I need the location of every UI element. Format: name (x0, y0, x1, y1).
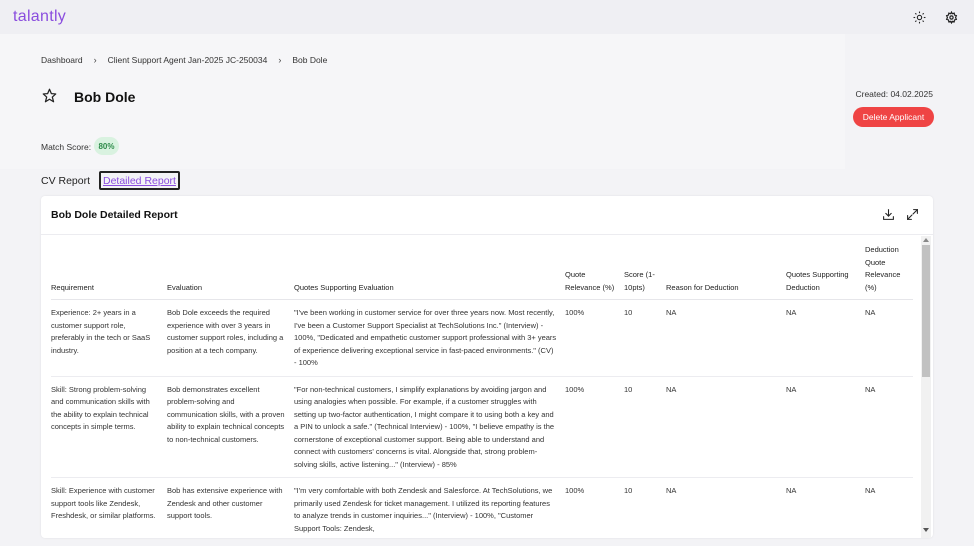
brand-logo[interactable]: talantly (13, 8, 66, 26)
top-bar: talantly (0, 0, 974, 34)
match-score-badge: 80% (94, 137, 119, 155)
quotes-cell: "For non-technical customers, I simplify… (294, 376, 565, 478)
column-header: Quotes Supporting Deduction (786, 240, 865, 300)
column-header: Requirement (51, 240, 167, 300)
deduction-quotes-cell: NA (786, 477, 865, 538)
column-header: Deduction Quote Relevance (%) (865, 240, 913, 300)
scroll-thumb[interactable] (922, 245, 930, 377)
chevron-right-icon: › (278, 55, 282, 65)
scroll-down-arrow-icon[interactable] (923, 528, 929, 532)
requirement-cell: Skill: Experience with customer support … (51, 477, 167, 538)
score-cell: 10 (624, 376, 666, 478)
chevron-right-icon: › (93, 55, 97, 65)
table-row: Skill: Experience with customer support … (51, 477, 913, 538)
reason-cell: NA (666, 299, 786, 377)
expand-icon[interactable] (906, 208, 920, 222)
download-icon[interactable] (882, 208, 896, 222)
score-cell: 10 (624, 299, 666, 377)
divider (41, 234, 933, 235)
deduction-relevance-cell: NA (865, 376, 913, 478)
scroll-up-arrow-icon[interactable] (923, 238, 929, 242)
column-header: Quotes Supporting Evaluation (294, 240, 565, 300)
table-scrollbar[interactable] (921, 236, 931, 538)
breadcrumb-job[interactable]: Client Support Agent Jan-2025 JC-250034 (108, 55, 268, 65)
delete-applicant-button[interactable]: Delete Applicant (853, 107, 934, 127)
quotes-cell: "I've been working in customer service f… (294, 299, 565, 377)
report-table-container: Requirement Evaluation Quotes Supporting… (51, 240, 919, 538)
deduction-quotes-cell: NA (786, 299, 865, 377)
evaluation-cell: Bob has extensive experience with Zendes… (167, 477, 294, 538)
relevance-cell: 100% (565, 376, 624, 478)
star-icon[interactable] (42, 88, 58, 104)
table-header-row: Requirement Evaluation Quotes Supporting… (51, 240, 913, 300)
evaluation-cell: Bob Dole exceeds the required experience… (167, 299, 294, 377)
gear-icon[interactable] (943, 9, 959, 25)
column-header: Reason for Deduction (666, 240, 786, 300)
score-cell: 10 (624, 477, 666, 538)
sun-icon[interactable] (911, 9, 927, 25)
evaluation-cell: Bob demonstrates excellent problem-solvi… (167, 376, 294, 478)
detailed-report-card: Bob Dole Detailed Report Requirement Eva… (41, 196, 933, 538)
breadcrumb-dashboard[interactable]: Dashboard (41, 55, 83, 65)
relevance-cell: 100% (565, 299, 624, 377)
deduction-quotes-cell: NA (786, 376, 865, 478)
quotes-cell: "I'm very comfortable with both Zendesk … (294, 477, 565, 538)
applicant-name: Bob Dole (74, 89, 136, 105)
table-row: Skill: Strong problem-solving and commun… (51, 376, 913, 478)
tab-cv-report[interactable]: CV Report (41, 175, 90, 187)
report-table: Requirement Evaluation Quotes Supporting… (51, 240, 913, 538)
created-date: Created: 04.02.2025 (855, 89, 933, 99)
requirement-cell: Skill: Strong problem-solving and commun… (51, 376, 167, 478)
deduction-relevance-cell: NA (865, 299, 913, 377)
column-header: Evaluation (167, 240, 294, 300)
relevance-cell: 100% (565, 477, 624, 538)
column-header: Quote Relevance (%) (565, 240, 624, 300)
reason-cell: NA (666, 376, 786, 478)
match-score-label: Match Score: (41, 142, 92, 152)
tab-detailed-report[interactable]: Detailed Report (99, 171, 180, 190)
breadcrumb: Dashboard › Client Support Agent Jan-202… (41, 55, 327, 65)
table-row: Experience: 2+ years in a customer suppo… (51, 299, 913, 377)
requirement-cell: Experience: 2+ years in a customer suppo… (51, 299, 167, 377)
breadcrumb-applicant: Bob Dole (292, 55, 328, 65)
reason-cell: NA (666, 477, 786, 538)
column-header: Score (1-10pts) (624, 240, 666, 300)
deduction-relevance-cell: NA (865, 477, 913, 538)
report-title: Bob Dole Detailed Report (51, 209, 178, 221)
